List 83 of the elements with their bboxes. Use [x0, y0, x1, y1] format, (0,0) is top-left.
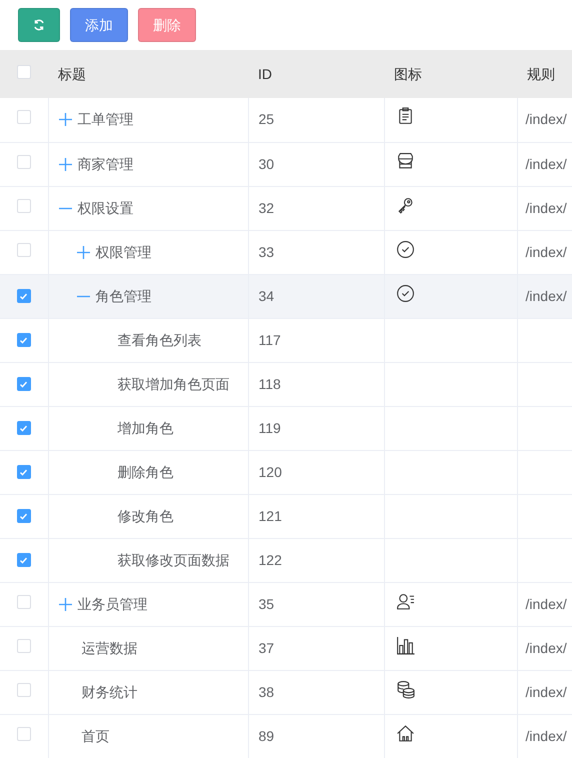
title-cell-text: 修改角色 [118, 506, 174, 526]
table-row[interactable]: 权限设置 32 /index/ [0, 186, 572, 230]
id-cell: 121 [258, 508, 282, 524]
column-header: 图标 [394, 66, 422, 82]
rule-cell: /index/ [517, 274, 572, 318]
table-row[interactable]: 首页 89 /index/ [0, 714, 572, 758]
id-cell: 118 [258, 376, 281, 392]
home-icon [396, 724, 414, 742]
id-cell: 122 [258, 552, 282, 568]
table-row[interactable]: 权限管理 33 /index/ [0, 230, 572, 274]
table-row[interactable]: 运营数据 37 /index/ [0, 626, 572, 670]
rule-cell: /index/ [517, 98, 572, 142]
check-icon [19, 556, 28, 564]
checkbox[interactable] [16, 421, 31, 435]
table-row[interactable]: 商家管理 30 /index/ [0, 142, 572, 186]
bar-chart-icon [396, 636, 414, 654]
check-icon [19, 468, 28, 476]
table-row[interactable]: 查看角色列表 117 [0, 318, 572, 362]
check-icon [19, 336, 28, 344]
id-cell: 30 [258, 156, 274, 172]
title-cell-text: 获取修改页面数据 [118, 550, 230, 570]
title-cell-text: 首页 [82, 726, 110, 746]
table-row[interactable]: 修改角色 121 [0, 494, 572, 538]
title-cell-text: 商家管理 [78, 154, 134, 174]
checkbox[interactable] [16, 465, 31, 479]
title-cell-text: 工单管理 [78, 110, 134, 130]
check-circle-icon [396, 284, 414, 302]
id-cell: 34 [258, 288, 274, 304]
rule-cell: /index/ [517, 670, 572, 714]
column-header: ID [258, 66, 272, 82]
rule-cell: /index/ [517, 714, 572, 758]
check-icon [19, 424, 28, 432]
key-icon [396, 196, 414, 214]
rule-cell: /index/ [517, 582, 572, 626]
id-cell: 37 [258, 640, 274, 656]
check-icon [19, 380, 28, 388]
title-cell-text: 权限设置 [78, 198, 134, 218]
title-cell-text: 角色管理 [96, 286, 152, 306]
check-icon [19, 292, 28, 300]
title-cell-text: 删除角色 [118, 462, 174, 482]
rule-cell: /index/ [517, 626, 572, 670]
rule-cell: /index/ [517, 230, 572, 274]
title-cell-text: 获取增加角色页面 [118, 374, 230, 394]
add-button[interactable]: 添加 [70, 8, 128, 42]
id-cell: 89 [258, 728, 274, 744]
checkbox[interactable] [16, 553, 31, 567]
id-cell: 35 [258, 596, 274, 612]
checkbox[interactable] [16, 289, 31, 303]
id-cell: 119 [258, 420, 281, 436]
checkbox[interactable] [16, 509, 31, 523]
table-row[interactable]: 增加角色 119 [0, 406, 572, 450]
store-icon [396, 152, 414, 170]
id-cell: 38 [258, 684, 274, 700]
table-row[interactable]: 财务统计 38 /index/ [0, 670, 572, 714]
checkbox[interactable] [16, 377, 31, 391]
refresh-button[interactable] [18, 8, 60, 42]
rule-cell: /index/ [517, 186, 572, 230]
coins-icon [396, 680, 414, 698]
title-cell-text: 查看角色列表 [118, 330, 202, 350]
check-circle-icon [396, 240, 414, 258]
table-row[interactable]: 获取增加角色页面 118 [0, 362, 572, 406]
id-cell: 33 [258, 244, 274, 260]
id-cell: 120 [258, 464, 282, 480]
table-row[interactable]: 获取修改页面数据 122 [0, 538, 572, 582]
title-cell-text: 财务统计 [82, 682, 138, 702]
table-row[interactable]: 工单管理 25 /index/ [0, 98, 572, 142]
table-row[interactable]: 业务员管理 35 /index/ [0, 582, 572, 626]
title-cell-text: 运营数据 [82, 638, 138, 658]
title-cell-text: 增加角色 [118, 418, 174, 438]
user-list-icon [396, 592, 414, 610]
column-header: 规则 [527, 66, 555, 82]
refresh-icon [33, 19, 45, 31]
id-cell: 117 [258, 332, 281, 348]
table-row[interactable]: 角色管理 34 /index/ [0, 274, 572, 318]
rule-cell: /index/ [517, 142, 572, 186]
check-icon [19, 512, 28, 520]
column-header: 标题 [58, 66, 86, 82]
title-cell-text: 权限管理 [96, 242, 152, 262]
table-row[interactable]: 删除角色 120 [0, 450, 572, 494]
title-cell-text: 业务员管理 [78, 594, 148, 614]
id-cell: 25 [258, 111, 274, 128]
checkbox[interactable] [16, 333, 31, 347]
id-cell: 32 [258, 200, 274, 216]
